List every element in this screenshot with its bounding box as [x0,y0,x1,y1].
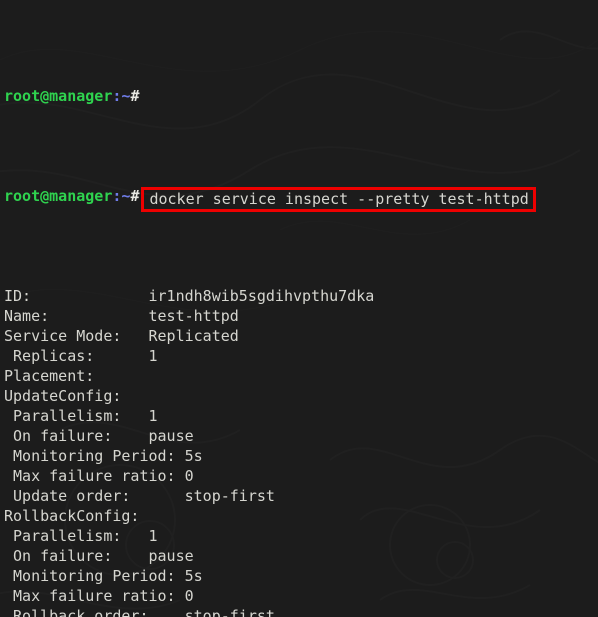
prompt-line-2: root@manager:~# docker service inspect --… [4,186,598,212]
output-line: ID: ir1ndh8wib5sgdihvpthu7dka [4,287,375,305]
output-line: Replicas: 1 [4,347,158,365]
prompt-symbol: # [130,87,140,105]
output-line: Placement: [4,367,95,385]
prompt-path: :~ [112,87,131,105]
command-highlight-box: docker service inspect --pretty test-htt… [141,187,536,212]
output-line: Monitoring Period: 5s [4,567,203,585]
output-line: On failure: pause [4,427,194,445]
command-text[interactable]: docker service inspect --pretty test-htt… [149,190,528,208]
prompt-line-1: root@manager:~# [4,86,598,106]
prompt-user-host: root@manager [4,87,113,105]
output-line: Parallelism: 1 [4,407,158,425]
output-line: Update order: stop-first [4,487,275,505]
output-line: Service Mode: Replicated [4,327,239,345]
output-line: Max failure ratio: 0 [4,467,194,485]
prompt-symbol: # [130,187,140,205]
command-output: ID: ir1ndh8wib5sgdihvpthu7dka Name: test-… [4,286,598,617]
output-line: Rollback order: stop-first [4,607,275,617]
output-line: UpdateConfig: [4,387,122,405]
output-line: Monitoring Period: 5s [4,447,203,465]
terminal-window: root@manager:~# root@manager:~# docker se… [0,0,598,617]
output-line: On failure: pause [4,547,194,565]
output-line: Parallelism: 1 [4,527,158,545]
output-line: Max failure ratio: 0 [4,587,194,605]
prompt-path: :~ [112,187,131,205]
output-line: RollbackConfig: [4,507,140,525]
terminal-screen[interactable]: root@manager:~# root@manager:~# docker se… [0,0,598,617]
prompt-user-host: root@manager [4,187,113,205]
output-line: Name: test-httpd [4,307,239,325]
